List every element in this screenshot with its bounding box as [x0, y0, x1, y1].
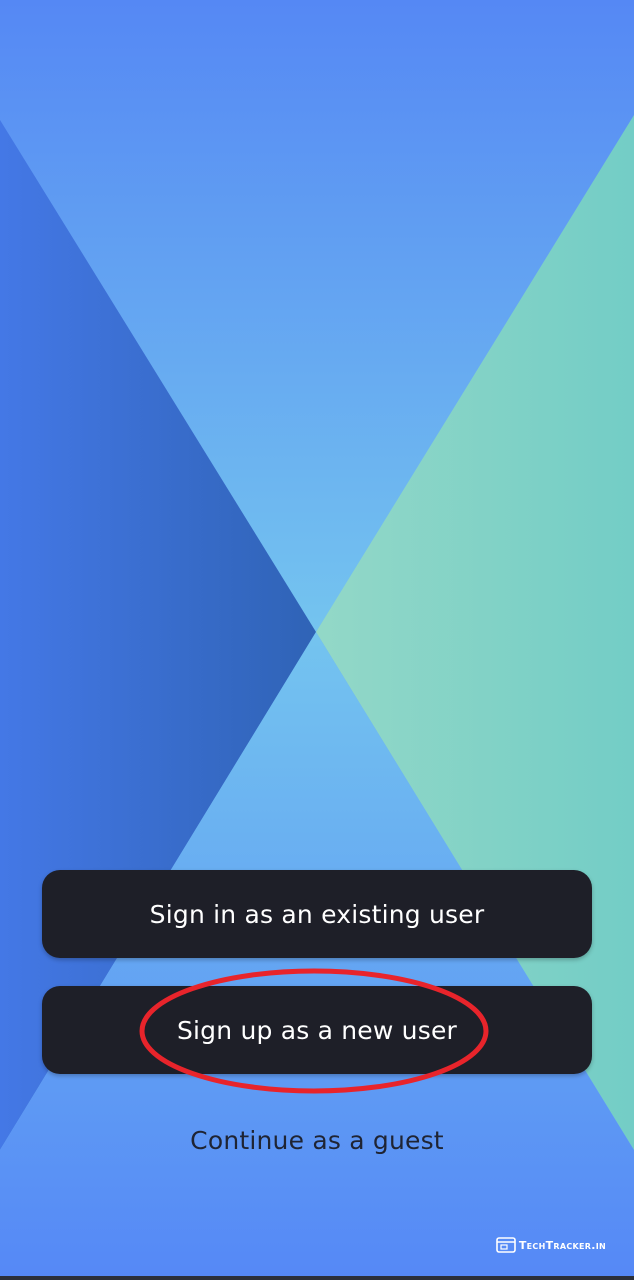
continue-as-guest-link[interactable]: Continue as a guest: [0, 1126, 634, 1155]
browser-window-icon: [496, 1237, 516, 1253]
sign-up-new-user-button[interactable]: Sign up as a new user: [42, 986, 592, 1074]
bottom-edge: [0, 1276, 634, 1280]
background-x-pattern: [0, 0, 634, 1280]
watermark-text: TechTracker.in: [518, 1238, 606, 1252]
watermark: TechTracker.in: [496, 1237, 606, 1253]
sign-in-existing-user-button[interactable]: Sign in as an existing user: [42, 870, 592, 958]
